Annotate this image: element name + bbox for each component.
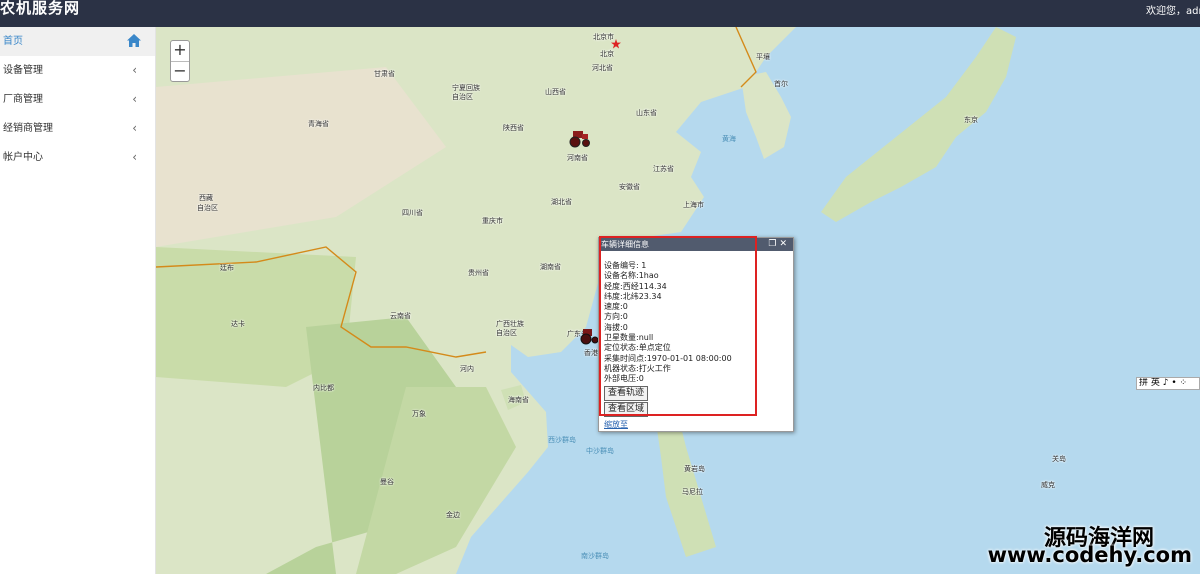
vehicle-info-popup: 车辆详细信息 ❐✕ 设备编号: 1 设备名称:1hao 经度:西经114.34 … <box>598 237 794 432</box>
info-line: 采集时间点:1970-01-01 08:00:00 <box>604 353 732 363</box>
info-line: 机器状态:打火工作 <box>604 363 671 373</box>
popup-header: 车辆详细信息 ❐✕ <box>599 238 793 251</box>
map-label: 首尔 <box>774 80 788 88</box>
map-label: 曼谷 <box>380 478 394 486</box>
map-label: 西沙群岛 <box>548 436 576 444</box>
map-label: 河北省 <box>592 64 613 72</box>
sidebar-item-label: 厂商管理 <box>3 94 43 105</box>
map-label: 万象 <box>412 410 426 418</box>
popup-window-controls[interactable]: ❐✕ <box>768 238 790 251</box>
info-line: 设备名称:1hao <box>604 271 659 281</box>
chevron-left-icon: ‹ <box>132 121 137 135</box>
popup-title: 车辆详细信息 <box>601 240 649 249</box>
watermark-url: www.codehy.com <box>987 543 1192 567</box>
map-label: 达卡 <box>231 320 245 328</box>
tractor-marker-icon[interactable] <box>567 128 593 148</box>
info-line: 方向:0 <box>604 312 628 322</box>
map-label: 威克 <box>1041 481 1055 489</box>
map-label: 重庆市 <box>482 217 503 225</box>
sidebar-item-label: 经销商管理 <box>3 123 53 134</box>
map-label: 廷布 <box>220 264 234 272</box>
map-label: 金边 <box>446 511 460 519</box>
zoom-in-button[interactable]: + <box>171 41 189 61</box>
map-label: 贵州省 <box>468 269 489 277</box>
top-header: 农机服务网 欢迎您，admin <box>0 0 1200 27</box>
map-label: 湖南省 <box>540 263 561 271</box>
capital-star-icon <box>611 39 621 49</box>
info-line: 外部电压:0 <box>604 374 644 384</box>
map-label: 四川省 <box>402 209 423 217</box>
map-label: 自治区 <box>197 204 218 212</box>
map-label: 河内 <box>460 365 474 373</box>
app-title: 农机服务网 <box>0 0 81 17</box>
sidebar-item-account[interactable]: 帐户中心 ‹ <box>0 143 155 172</box>
map-label: 湖北省 <box>551 198 572 206</box>
map-label: 北京 <box>600 50 614 58</box>
map-label: 山西省 <box>545 88 566 96</box>
sidebar-item-label: 帐户中心 <box>3 152 43 163</box>
ime-toolbar[interactable]: 拼 英 ♪ • ⁘ <box>1136 377 1200 390</box>
zoom-control: + − <box>170 40 190 82</box>
map-label: 马尼拉 <box>682 488 703 496</box>
popup-body: 设备编号: 1 设备名称:1hao 经度:西经114.34 纬度:北纬23.34… <box>599 251 793 417</box>
tractor-marker-icon[interactable] <box>579 327 599 345</box>
zoom-to-link[interactable]: 缩放至 <box>604 419 628 430</box>
chevron-left-icon: ‹ <box>132 92 137 106</box>
map-label: 上海市 <box>683 201 704 209</box>
zoom-out-button[interactable]: − <box>171 61 189 81</box>
sidebar-item-home[interactable]: 首页 <box>0 27 155 56</box>
map-label: 山东省 <box>636 109 657 117</box>
map-view[interactable]: + − 北京市 北京 河北省 山西省 甘肃省 宁夏回族 自治区 青海省 陕西省 … <box>156 27 1200 574</box>
map-label: 自治区 <box>452 93 473 101</box>
map-label: 东京 <box>964 116 978 124</box>
sidebar: 首页 设备管理 ‹ 厂商管理 ‹ 经销商管理 ‹ 帐户中心 ‹ <box>0 27 156 574</box>
map-label: 云南省 <box>390 312 411 320</box>
info-line: 定位状态:单点定位 <box>604 343 671 353</box>
info-line: 海拔:0 <box>604 322 628 332</box>
map-label: 甘肃省 <box>374 70 395 78</box>
chevron-left-icon: ‹ <box>132 63 137 77</box>
sidebar-item-dealer[interactable]: 经销商管理 ‹ <box>0 114 155 143</box>
map-label: 香港 <box>584 349 598 357</box>
sidebar-item-label: 设备管理 <box>3 65 43 76</box>
map-label: 安徽省 <box>619 183 640 191</box>
info-line: 经度:西经114.34 <box>604 281 667 291</box>
sidebar-item-label: 首页 <box>3 36 23 47</box>
map-label: 海南省 <box>508 396 529 404</box>
map-label: 内比都 <box>313 384 334 392</box>
map-label: 黄岩岛 <box>684 465 705 473</box>
map-label: 关岛 <box>1052 455 1066 463</box>
map-label: 平壤 <box>756 53 770 61</box>
welcome-text[interactable]: 欢迎您，admin <box>1146 2 1200 17</box>
map-label: 南沙群岛 <box>581 552 609 560</box>
map-label: 西藏 <box>199 194 213 202</box>
view-area-button[interactable]: 查看区域 <box>604 401 649 417</box>
map-label: 河南省 <box>567 154 588 162</box>
home-icon <box>127 34 141 47</box>
chevron-left-icon: ‹ <box>132 150 137 164</box>
info-line: 纬度:北纬23.34 <box>604 291 662 301</box>
view-track-button[interactable]: 查看轨迹 <box>604 385 649 401</box>
map-label: 陕西省 <box>503 124 524 132</box>
sidebar-item-vendor[interactable]: 厂商管理 ‹ <box>0 85 155 114</box>
info-line: 设备编号: 1 <box>604 261 647 270</box>
info-line: 卫星数量:null <box>604 333 654 343</box>
map-label: 中沙群岛 <box>586 447 614 455</box>
map-label: 青海省 <box>308 120 329 128</box>
map-label: 自治区 <box>496 329 517 337</box>
info-line: 速度:0 <box>604 302 628 312</box>
map-label: 黄海 <box>722 135 736 143</box>
map-label: 江苏省 <box>653 165 674 173</box>
sidebar-item-device[interactable]: 设备管理 ‹ <box>0 56 155 85</box>
